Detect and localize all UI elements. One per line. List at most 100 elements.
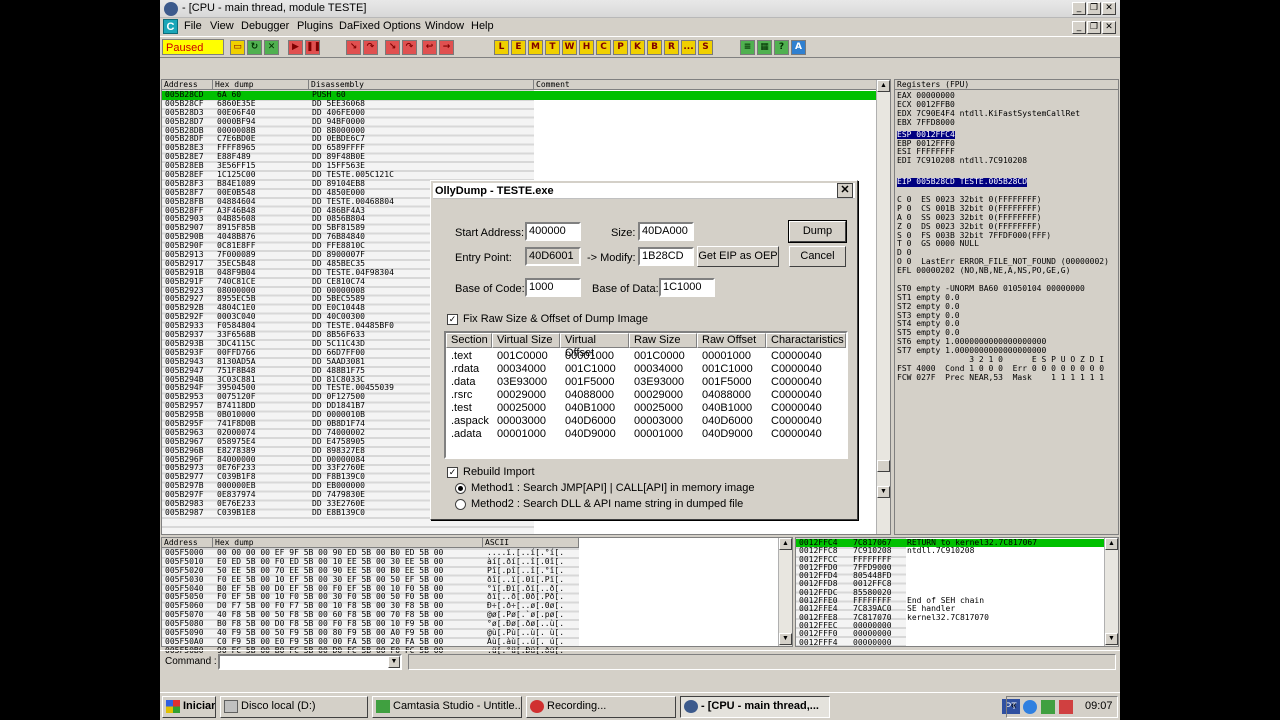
register-line[interactable] (897, 166, 1118, 175)
disasm-row[interactable]: 005B28E3 FFFF8965 DD 6589FFFF (162, 143, 878, 153)
dump-scroll-down-icon[interactable]: ▼ (779, 633, 792, 645)
dump-scroll-up-icon[interactable]: ▲ (779, 538, 792, 550)
register-line[interactable]: FCW 027F Prec NEAR,53 Mask 1 1 1 1 1 1 (897, 373, 1118, 383)
scroll-up-icon[interactable]: ▲ (877, 80, 890, 92)
section-row[interactable]: .adata 00001000 040D9000 00001000 040D9000 C0… (446, 428, 846, 441)
get-eip-as-oep-button[interactable]: Get EIP as OEP (697, 246, 779, 267)
dump-col-hex[interactable]: Hex dump (213, 538, 483, 548)
register-line[interactable]: EBX 7FFD8000 (897, 118, 1118, 128)
cpu-scrollbar[interactable]: ▲ ▼ (876, 80, 890, 534)
stack-rows[interactable]: 0012FFC4 7C817067 RETURN to kernel32.7C817… (796, 538, 1104, 647)
tool-t-threads[interactable]: T (545, 40, 560, 55)
cpu-scroll-thumb[interactable] (877, 460, 890, 472)
menu-plugins[interactable]: Plugins (297, 20, 333, 32)
scroll-down-icon[interactable]: ▼ (877, 486, 890, 498)
tool-m-memory[interactable]: M (528, 40, 543, 55)
tool-r-references[interactable]: R (664, 40, 679, 55)
col-comment[interactable]: Comment (534, 80, 878, 90)
stack-pane[interactable]: 0012FFC4 7C817067 RETURN to kernel32.7C817… (795, 537, 1119, 647)
child-close-button[interactable]: ✕ (1102, 21, 1116, 34)
col-hex-dump[interactable]: Hex dump (213, 80, 309, 90)
tool-l-log[interactable]: L (494, 40, 509, 55)
section-row[interactable]: .test 00025000 040B1000 00025000 040B1000 C00… (446, 402, 846, 415)
task-recording[interactable]: Recording... (526, 696, 676, 718)
step-over-icon[interactable]: ↷ (363, 40, 378, 55)
col-virtual-offset[interactable]: Virtual Offset (560, 333, 629, 359)
stack-scrollbar[interactable]: ▲ ▼ (1104, 538, 1118, 646)
section-rows[interactable]: .text 001C0000 00001000 001C0000 00001000 C00… (446, 350, 846, 441)
col-raw-offset[interactable]: Raw Offset (697, 333, 766, 348)
stack-row[interactable]: 0012FFD0 7FFD9000 (796, 563, 1104, 572)
tool-c-cpu[interactable]: C (596, 40, 611, 55)
fix-raw-size-checkbox[interactable]: ✓ (447, 314, 458, 325)
section-row[interactable]: .aspack 00003000 040D6000 00003000 040D6000 C… (446, 415, 846, 428)
stack-row[interactable]: 0012FFCC FFFFFFFF (796, 555, 1104, 564)
disasm-row[interactable]: 005B28EB 3E56FF15 DD 15FF563E (162, 161, 878, 171)
method2-radio[interactable] (455, 499, 466, 510)
help-icon[interactable]: ? (774, 40, 789, 55)
child-restore-button[interactable]: ❐ (1087, 21, 1101, 34)
disasm-row[interactable]: 005B28DB 0000008B DD 8B000000 (162, 126, 878, 136)
cancel-button[interactable]: Cancel (789, 246, 846, 267)
base-of-data-field[interactable]: 1C1000 (659, 278, 715, 297)
disasm-row[interactable]: 005B28D3 00E06F40 DD 406FE000 (162, 108, 878, 118)
trace-over-icon[interactable]: ↷ (402, 40, 417, 55)
sections-table[interactable]: Section Virtual Size Virtual Offset Raw … (444, 331, 848, 459)
menu-help[interactable]: Help (471, 20, 494, 32)
camtasia-tray-icon[interactable] (1041, 700, 1055, 714)
stack-scroll-up-icon[interactable]: ▲ (1105, 538, 1118, 550)
disasm-row[interactable]: 005B28EF 1C125C00 DD TESTE.005C121C (162, 170, 878, 180)
modify-oep-field[interactable]: 1B28CD (638, 247, 694, 266)
section-row[interactable]: .rsrc 00029000 04088000 00029000 04088000 C00… (446, 389, 846, 402)
command-dropdown-icon[interactable]: ▼ (388, 656, 400, 668)
menu-file[interactable]: File (184, 20, 202, 32)
tool-s-source[interactable]: S (698, 40, 713, 55)
stack-row[interactable]: 0012FFF0 00000000 (796, 629, 1104, 638)
tool-b-breakpoints[interactable]: B (647, 40, 662, 55)
menu-window[interactable]: Window (425, 20, 464, 32)
start-button[interactable]: Iniciar (162, 696, 216, 718)
tool-w-windows[interactable]: W (562, 40, 577, 55)
font-icon[interactable]: A (791, 40, 806, 55)
section-row[interactable]: .data 03E93000 001F5000 03E93000 001F5000 C00… (446, 376, 846, 389)
go-to-icon[interactable]: → (439, 40, 454, 55)
command-input[interactable]: ▼ (218, 654, 402, 670)
pause-icon[interactable]: ❚❚ (305, 40, 321, 55)
menu-debugger[interactable]: Debugger (241, 20, 289, 32)
stack-row[interactable]: 0012FFD4 805448FD (796, 571, 1104, 580)
dump-col-ascii[interactable]: ASCII (483, 538, 579, 548)
child-minimize-button[interactable]: _ (1072, 21, 1086, 34)
tray-expand-icon[interactable]: « (1011, 700, 1017, 711)
col-characteristics[interactable]: Charactaristics (766, 333, 846, 348)
restore-button[interactable]: ❐ (1087, 2, 1101, 15)
run-icon[interactable]: ▶ (288, 40, 303, 55)
disasm-row[interactable]: 005B28CD 6A 60 PUSH 60 (162, 90, 878, 100)
register-line[interactable]: EDI 7C910208 ntdll.7C910208 (897, 156, 1118, 166)
stack-row[interactable]: 0012FFD8 0012FFC8 (796, 580, 1104, 589)
open-icon[interactable]: ▭ (230, 40, 245, 55)
step-into-icon[interactable]: ↘ (346, 40, 361, 55)
col-section[interactable]: Section (446, 333, 492, 348)
minimize-button[interactable]: _ (1072, 2, 1086, 15)
tool-k-callstack[interactable]: K (630, 40, 645, 55)
task-camtasia[interactable]: Camtasia Studio - Untitle... (372, 696, 522, 718)
dialog-close-icon[interactable]: ✕ (837, 183, 853, 198)
size-field[interactable]: 40DA000 (638, 222, 694, 241)
tool-p-patches[interactable]: P (613, 40, 628, 55)
dump-rows[interactable]: 005F5000 00 00 00 00 EF 9F 5B 00 90 ED 5B… (162, 548, 579, 656)
close-button[interactable]: ✕ (1102, 2, 1116, 15)
tool-e-modules[interactable]: E (511, 40, 526, 55)
cpu-child-icon[interactable]: C (163, 19, 178, 34)
network-icon[interactable] (1023, 700, 1037, 714)
section-row[interactable]: .rdata 00034000 001C1000 00034000 001C1000 C0… (446, 363, 846, 376)
method1-radio[interactable] (455, 483, 466, 494)
registers-pane[interactable]: Registers (FPU) EAX 00000000 ECX 0012FFB0… (894, 79, 1119, 535)
menu-view[interactable]: View (210, 20, 234, 32)
menu-dafixed-options[interactable]: DaFixed Options (339, 20, 421, 32)
stack-row[interactable]: 0012FFEC 00000000 (796, 621, 1104, 630)
recorder-tray-icon[interactable] (1059, 700, 1073, 714)
tool-h-handles[interactable]: H (579, 40, 594, 55)
close-program-icon[interactable]: ✕ (264, 40, 279, 55)
dump-scrollbar[interactable]: ▲ ▼ (778, 538, 792, 646)
register-lines[interactable]: EAX 00000000 ECX 0012FFB0 EDX 7C90E4F4 ntd… (897, 91, 1118, 383)
